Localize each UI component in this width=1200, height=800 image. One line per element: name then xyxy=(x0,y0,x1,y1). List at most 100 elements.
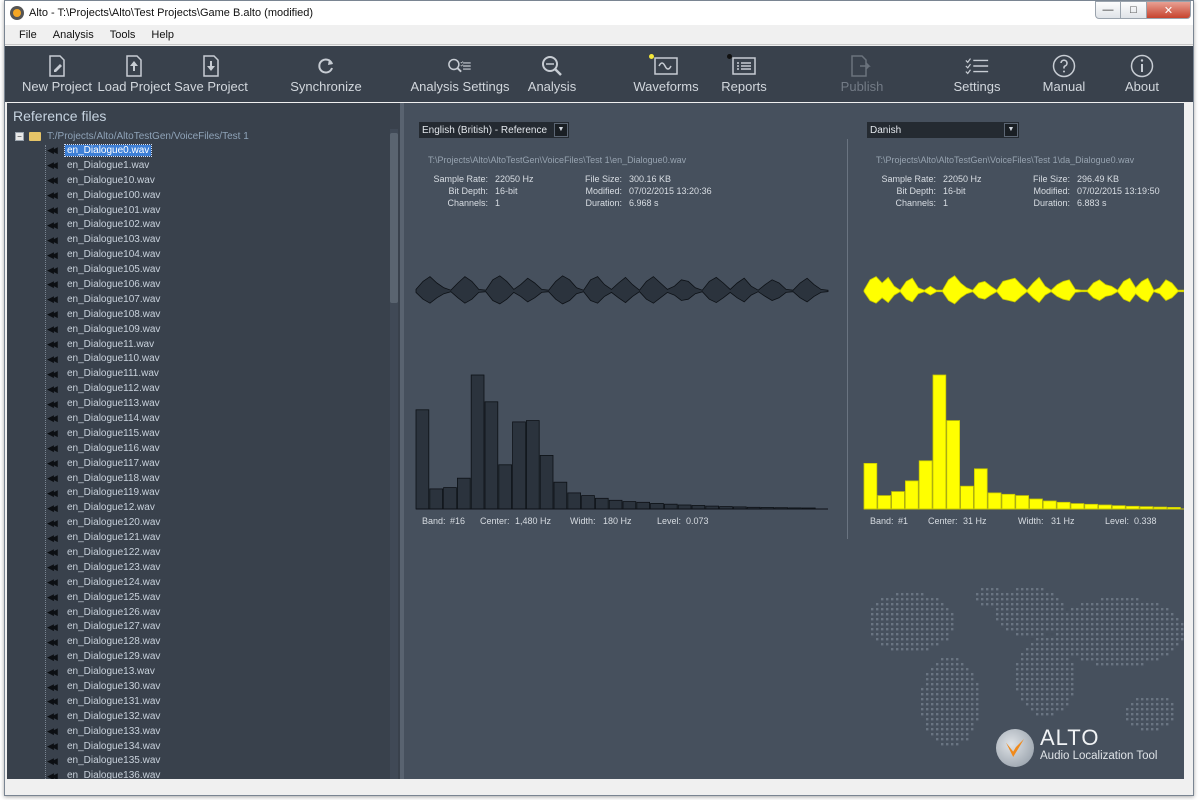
file-list-item[interactable]: ◀◀ en_Dialogue126.wav xyxy=(47,605,387,620)
map-dot xyxy=(901,638,904,641)
file-list-item[interactable]: ◀◀ en_Dialogue12.wav xyxy=(47,500,387,515)
menu-help[interactable]: Help xyxy=(143,29,182,41)
map-dot xyxy=(1046,608,1049,611)
menu-file[interactable]: File xyxy=(11,29,45,41)
target-spectrum[interactable] xyxy=(863,373,1184,510)
collapse-toggle[interactable]: − xyxy=(15,131,24,141)
file-list-item[interactable]: ◀◀ en_Dialogue104.wav xyxy=(47,247,387,262)
menu-analysis[interactable]: Analysis xyxy=(45,29,102,41)
map-dot xyxy=(1156,608,1159,611)
spectrum-bar xyxy=(1098,504,1112,510)
map-dot xyxy=(1121,633,1124,636)
file-list-item[interactable]: ◀◀ en_Dialogue127.wav xyxy=(47,620,387,635)
file-list-item[interactable]: ◀◀ en_Dialogue136.wav xyxy=(47,768,387,779)
chevron-down-icon[interactable]: ▼ xyxy=(554,123,568,137)
settings-button[interactable]: Settings xyxy=(938,46,1016,102)
publish-button[interactable]: Publish xyxy=(823,46,901,102)
file-list-item[interactable]: ◀◀ en_Dialogue125.wav xyxy=(47,590,387,605)
map-dot xyxy=(1051,613,1054,616)
file-list-item[interactable]: ◀◀ en_Dialogue118.wav xyxy=(47,471,387,486)
map-dot xyxy=(1066,653,1069,656)
maximize-button[interactable]: □ xyxy=(1121,1,1147,19)
map-dot xyxy=(1146,648,1149,651)
map-dot xyxy=(1071,638,1074,641)
waveforms-button[interactable]: Waveforms xyxy=(627,46,705,102)
map-dot xyxy=(951,693,954,696)
map-dot xyxy=(931,733,934,736)
file-list-item[interactable]: ◀◀ en_Dialogue133.wav xyxy=(47,724,387,739)
file-list-item[interactable]: ◀◀ en_Dialogue109.wav xyxy=(47,322,387,337)
file-list-item[interactable]: ◀◀ en_Dialogue110.wav xyxy=(47,351,387,366)
file-list-item[interactable]: ◀◀ en_Dialogue123.wav xyxy=(47,560,387,575)
file-list-item[interactable]: ◀◀ en_Dialogue11.wav xyxy=(47,337,387,352)
map-dot xyxy=(951,738,954,741)
file-list-item[interactable]: ◀◀ en_Dialogue102.wav xyxy=(47,217,387,232)
file-list-item[interactable]: ◀◀ en_Dialogue1.wav xyxy=(47,158,387,173)
minimize-button[interactable]: — xyxy=(1095,1,1121,19)
file-list-item[interactable]: ◀◀ en_Dialogue134.wav xyxy=(47,739,387,754)
file-list-item[interactable]: ◀◀ en_Dialogue119.wav xyxy=(47,485,387,500)
analysis-settings-button[interactable]: Analysis Settings xyxy=(408,46,512,102)
file-list-item[interactable]: ◀◀ en_Dialogue121.wav xyxy=(47,530,387,545)
file-list-item[interactable]: ◀◀ en_Dialogue106.wav xyxy=(47,277,387,292)
chevron-down-icon[interactable]: ▼ xyxy=(1004,123,1018,137)
reference-waveform[interactable] xyxy=(415,273,829,309)
manual-button[interactable]: Manual xyxy=(1025,46,1103,102)
file-list-item[interactable]: ◀◀ en_Dialogue112.wav xyxy=(47,381,387,396)
map-dot xyxy=(1156,618,1159,621)
file-list-item[interactable]: ◀◀ en_Dialogue105.wav xyxy=(47,262,387,277)
map-dot xyxy=(1021,623,1024,626)
file-list-item[interactable]: ◀◀ en_Dialogue117.wav xyxy=(47,456,387,471)
map-dot xyxy=(1141,653,1144,656)
scrollbar-thumb[interactable] xyxy=(390,133,398,303)
tree-root-node[interactable]: − T:/Projects/Alto/AltoTestGen/VoiceFile… xyxy=(15,129,249,143)
file-list-item[interactable]: ◀◀ en_Dialogue114.wav xyxy=(47,411,387,426)
map-dot xyxy=(1051,678,1054,681)
map-dot xyxy=(931,703,934,706)
file-list-item[interactable]: ◀◀ en_Dialogue122.wav xyxy=(47,545,387,560)
target-language-select[interactable]: Danish ▼ xyxy=(867,122,1019,138)
audio-file-icon: ◀◀ xyxy=(47,562,58,573)
file-list-item[interactable]: ◀◀ en_Dialogue111.wav xyxy=(47,366,387,381)
file-list-item[interactable]: ◀◀ en_Dialogue13.wav xyxy=(47,664,387,679)
file-list-item[interactable]: ◀◀ en_Dialogue129.wav xyxy=(47,649,387,664)
file-list-item[interactable]: ◀◀ en_Dialogue130.wav xyxy=(47,679,387,694)
map-dot xyxy=(1066,633,1069,636)
save-project-button[interactable]: Save Project xyxy=(172,46,250,102)
file-list-item[interactable]: ◀◀ en_Dialogue128.wav xyxy=(47,634,387,649)
spectrum-bar xyxy=(1056,501,1071,510)
vertical-scrollbar[interactable] xyxy=(390,129,398,779)
file-list-item[interactable]: ◀◀ en_Dialogue131.wav xyxy=(47,694,387,709)
reference-language-select[interactable]: English (British) - Reference ▼ xyxy=(419,122,569,138)
file-list-item[interactable]: ◀◀ en_Dialogue116.wav xyxy=(47,441,387,456)
menu-tools[interactable]: Tools xyxy=(102,29,144,41)
map-dot xyxy=(926,598,929,601)
file-list-item[interactable]: ◀◀ en_Dialogue101.wav xyxy=(47,203,387,218)
audio-file-icon: ◀◀ xyxy=(47,532,58,543)
file-list-item[interactable]: ◀◀ en_Dialogue103.wav xyxy=(47,232,387,247)
file-list-item[interactable]: ◀◀ en_Dialogue100.wav xyxy=(47,188,387,203)
analysis-button[interactable]: Analysis xyxy=(513,46,591,102)
map-dot xyxy=(1081,608,1084,611)
file-list-item[interactable]: ◀◀ en_Dialogue113.wav xyxy=(47,396,387,411)
synchronize-button[interactable]: Synchronize xyxy=(287,46,365,102)
close-button[interactable]: ✕ xyxy=(1147,1,1191,19)
file-list-item[interactable]: ◀◀ en_Dialogue0.wav xyxy=(47,143,387,158)
file-list-item[interactable]: ◀◀ en_Dialogue108.wav xyxy=(47,307,387,322)
file-list-item[interactable]: ◀◀ en_Dialogue120.wav xyxy=(47,515,387,530)
file-list-item[interactable]: ◀◀ en_Dialogue10.wav xyxy=(47,173,387,188)
target-waveform[interactable] xyxy=(863,273,1184,309)
file-name: en_Dialogue112.wav xyxy=(67,383,160,395)
map-dot xyxy=(1176,623,1179,626)
reference-spectrum[interactable] xyxy=(415,373,828,510)
reports-button[interactable]: Reports xyxy=(705,46,783,102)
file-list-item[interactable]: ◀◀ en_Dialogue135.wav xyxy=(47,754,387,769)
file-list-item[interactable]: ◀◀ en_Dialogue115.wav xyxy=(47,426,387,441)
file-list-item[interactable]: ◀◀ en_Dialogue124.wav xyxy=(47,575,387,590)
map-dot xyxy=(911,613,914,616)
new-project-button[interactable]: New Project xyxy=(18,46,96,102)
file-list-item[interactable]: ◀◀ en_Dialogue132.wav xyxy=(47,709,387,724)
load-project-button[interactable]: Load Project xyxy=(95,46,173,102)
about-button[interactable]: About xyxy=(1103,46,1181,102)
file-list-item[interactable]: ◀◀ en_Dialogue107.wav xyxy=(47,292,387,307)
